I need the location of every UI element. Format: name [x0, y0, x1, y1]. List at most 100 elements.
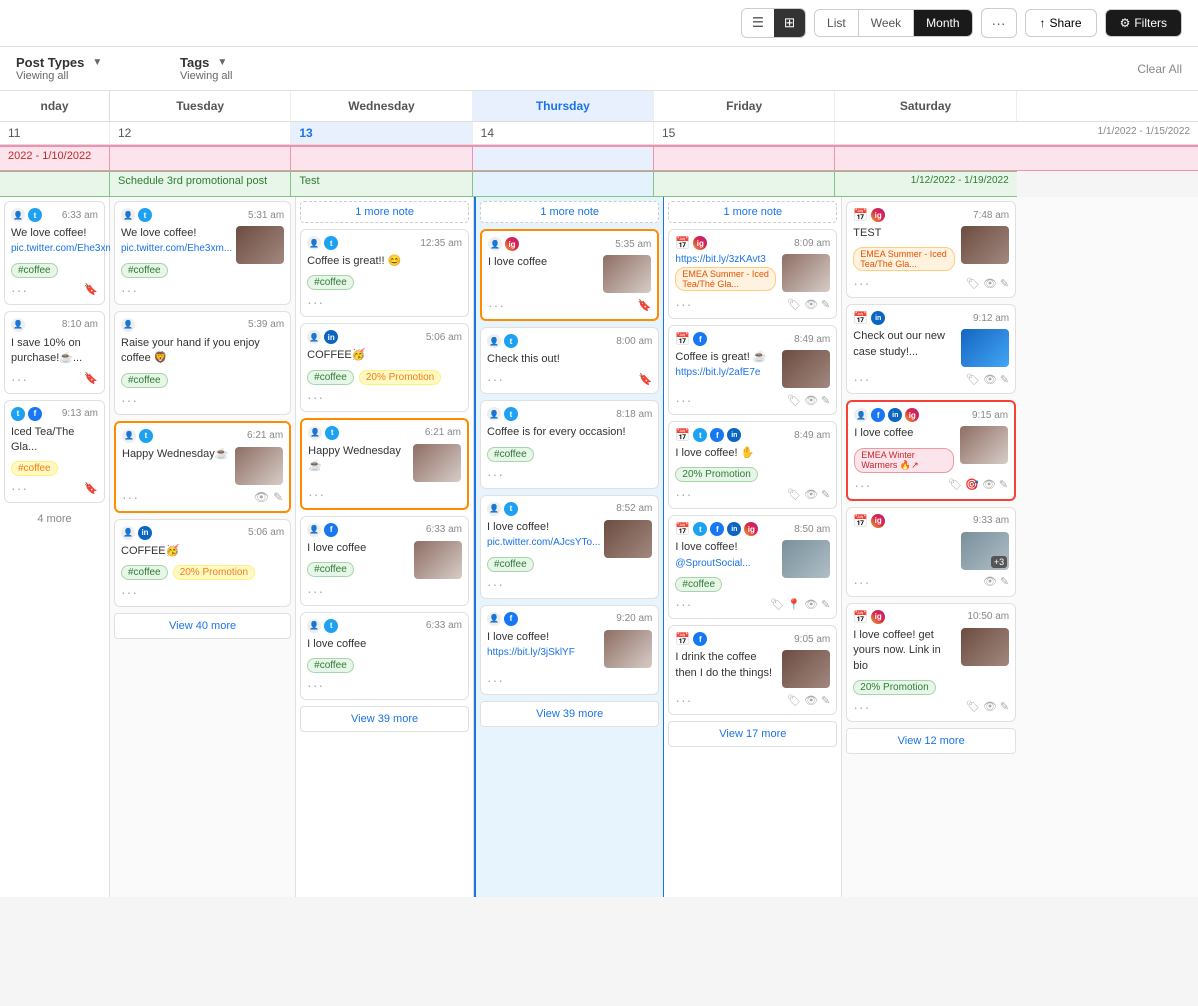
monday-column: 👤 t 6:33 am We love coffee!pic.twitter.c…: [0, 197, 110, 897]
list-view-button[interactable]: List: [815, 10, 859, 36]
tag-icon-s5: 🏷: [966, 700, 980, 713]
post-dots-1[interactable]: ···: [11, 282, 28, 298]
share-button[interactable]: ↑ Share: [1025, 9, 1097, 37]
day-header-thursday: Thursday: [473, 91, 654, 121]
date-14: 14: [473, 122, 654, 144]
filters-button[interactable]: ⚙ Filters: [1105, 9, 1182, 37]
monday-more-count: 4 more: [4, 509, 105, 529]
edit-icon-f1: ✎: [821, 298, 830, 311]
calendar-icon-s2: 📅: [853, 311, 868, 325]
post-types-filter[interactable]: Post Types ▼ Viewing all: [16, 55, 156, 82]
eye-icon-s3: 👁: [982, 478, 996, 491]
monday-post-2: 👤 8:10 am I save 10% on purchase!☕... ··…: [4, 311, 105, 394]
eye-icon-f1: 👁: [804, 298, 818, 311]
date-12: 12: [110, 122, 291, 144]
bookmark-icon-2: 🔖: [84, 372, 98, 385]
calendar-icon-s1: 📅: [853, 208, 868, 222]
saturday-post-3: 👤 f in ig 9:15 am I love coffee EMEA Win…: [846, 400, 1016, 500]
eye-icon-s5: 👁: [983, 700, 997, 713]
date-row: 11 12 13 14 15 1/1/2022 - 1/15/2022: [0, 122, 1198, 145]
edit-icon-s4: ✎: [1000, 575, 1009, 588]
post-dots-3[interactable]: ···: [11, 480, 28, 496]
thursday-post-5: 👤 f 9:20 am I love coffee!https://bit.ly…: [480, 605, 659, 695]
tuesday-post-4: 👤 in 5:06 am COFFEE🥳 #coffee 20% Promoti…: [114, 519, 291, 607]
eye-icon-s2: 👁: [983, 373, 997, 386]
bookmark-icon-3: 🔖: [84, 482, 98, 495]
friday-post-4: 📅 t f in ig 8:50 am I love coffee!@Sprou…: [668, 515, 837, 619]
day-header-tuesday: Tuesday: [110, 91, 291, 121]
tuesday-column: 👤 t 5:31 am We love coffee!pic.twitter.c…: [110, 197, 296, 897]
twitter-icon-1: t: [28, 208, 42, 222]
saturday-post-1: 📅 ig 7:48 am TEST EMEA Summer - Iced Tea…: [846, 201, 1016, 298]
tag-icon-s2: 🏷: [966, 373, 980, 386]
tags-filter[interactable]: Tags ▼ Viewing all: [180, 55, 320, 82]
wednesday-view-more[interactable]: View 39 more: [300, 706, 469, 732]
campaign-test-saturday: 1/12/2022 - 1/19/2022: [835, 171, 1016, 197]
card-view-button[interactable]: ⊞: [774, 9, 805, 37]
calendar-icon-f2: 📅: [675, 332, 690, 346]
campaign-row-pink: 2022 - 1/10/2022: [0, 145, 1198, 171]
friday-post-3: 📅 t f in 8:49 am I love coffee! ✋ 20% Pr…: [668, 421, 837, 509]
eye-icon-s4: 👁: [983, 575, 997, 588]
thursday-view-more[interactable]: View 39 more: [480, 701, 659, 727]
thursday-more-note[interactable]: 1 more note: [480, 201, 659, 223]
view-mode-group: List Week Month: [814, 9, 973, 37]
twitter-icon-3: t: [11, 407, 25, 421]
wednesday-post-4: 👤 f 6:33 am I love coffee #coffee ···: [300, 516, 469, 606]
friday-view-more[interactable]: View 17 more: [668, 721, 837, 747]
tag-icon-f4: 🏷: [770, 598, 784, 611]
wednesday-more-note[interactable]: 1 more note: [300, 201, 469, 223]
edit-icon-s3: ✎: [999, 478, 1008, 491]
edit-icon: ✎: [273, 490, 283, 504]
thursday-post-3: 👤 t 8:18 am Coffee is for every occasion…: [480, 400, 659, 488]
tuesday-view-more[interactable]: View 40 more: [114, 613, 291, 639]
filter-icon: ⚙: [1120, 16, 1131, 30]
campaign-test-thursday: [473, 171, 654, 197]
bookmark-icon-th1: 🔖: [638, 299, 652, 312]
day-header-wednesday: Wednesday: [291, 91, 472, 121]
saturday-view-more[interactable]: View 12 more: [846, 728, 1016, 754]
tag-icon-f5: 🏷: [787, 694, 801, 707]
campaign-test-start: Test: [291, 171, 472, 197]
wednesday-post-2: 👤 in 5:06 am COFFEE🥳 #coffee 20% Promoti…: [300, 323, 469, 411]
thursday-post-1: 👤 ig 5:35 am I love coffee ··· 🔖: [480, 229, 659, 321]
friday-post-5: 📅 f 9:05 am I drink the coffee then I do…: [668, 625, 837, 715]
week-view-button[interactable]: Week: [859, 10, 914, 36]
date-13-today: 13: [291, 122, 472, 144]
bookmark-icon-th2: 🔖: [639, 373, 653, 386]
post-dots-2[interactable]: ···: [11, 371, 28, 387]
day-headers: nday Tuesday Wednesday Thursday Friday S…: [0, 91, 1198, 122]
monday-post-1: 👤 t 6:33 am We love coffee!pic.twitter.c…: [4, 201, 105, 305]
view-toggle-group: ☰ ⊞: [741, 8, 806, 38]
saturday-post-4: 📅 ig 9:33 am +3 ··· 👁 ✎: [846, 507, 1016, 597]
edit-icon-s1: ✎: [1000, 277, 1009, 290]
edit-icon-f3: ✎: [821, 488, 830, 501]
target-icon-s3: 🎯: [965, 478, 979, 491]
toolbar: ☰ ⊞ List Week Month ··· ↑ Share ⚙ Filter…: [0, 0, 1198, 47]
eye-icon-f5: 👁: [804, 694, 818, 707]
day-header-friday: Friday: [654, 91, 835, 121]
campaign-green-label-empty: [0, 171, 110, 197]
date-11: 11: [0, 122, 110, 144]
calendar-content: 👤 t 6:33 am We love coffee!pic.twitter.c…: [0, 197, 1198, 897]
grid-view-button[interactable]: ☰: [742, 9, 774, 37]
saturday-post-2: 📅 in 9:12 am Check out our new case stud…: [846, 304, 1016, 394]
friday-post-1: 📅 ig 8:09 am https://bit.ly/3zKAvt3 EMEA…: [668, 229, 837, 319]
edit-icon-f4: ✎: [821, 598, 830, 611]
month-view-button[interactable]: Month: [914, 10, 971, 36]
tag-icon-f1: 🏷: [787, 298, 801, 311]
date-15: 15: [654, 122, 835, 144]
day-header-extra: [1017, 91, 1198, 121]
campaign-pink-label: 2022 - 1/10/2022: [0, 147, 110, 170]
wednesday-post-3-highlighted: 👤 t 6:21 am Happy Wednesday☕ ···: [300, 418, 469, 510]
more-options-button[interactable]: ···: [981, 8, 1017, 38]
friday-more-note[interactable]: 1 more note: [668, 201, 837, 223]
clear-all-button[interactable]: Clear All: [1137, 62, 1182, 76]
day-header-saturday: Saturday: [835, 91, 1016, 121]
wednesday-column: 1 more note 👤 t 12:35 am Coffee is great…: [296, 197, 474, 897]
tuesday-post-2: 👤 5:39 am Raise your hand if you enjoy c…: [114, 311, 291, 415]
user-icon-1: 👤: [11, 208, 25, 222]
date-range-label: 1/1/2022 - 1/15/2022: [835, 122, 1198, 144]
thursday-post-2: 👤 t 8:00 am Check this out! ··· 🔖: [480, 327, 659, 394]
tag-icon-s1: 🏷: [966, 277, 980, 290]
